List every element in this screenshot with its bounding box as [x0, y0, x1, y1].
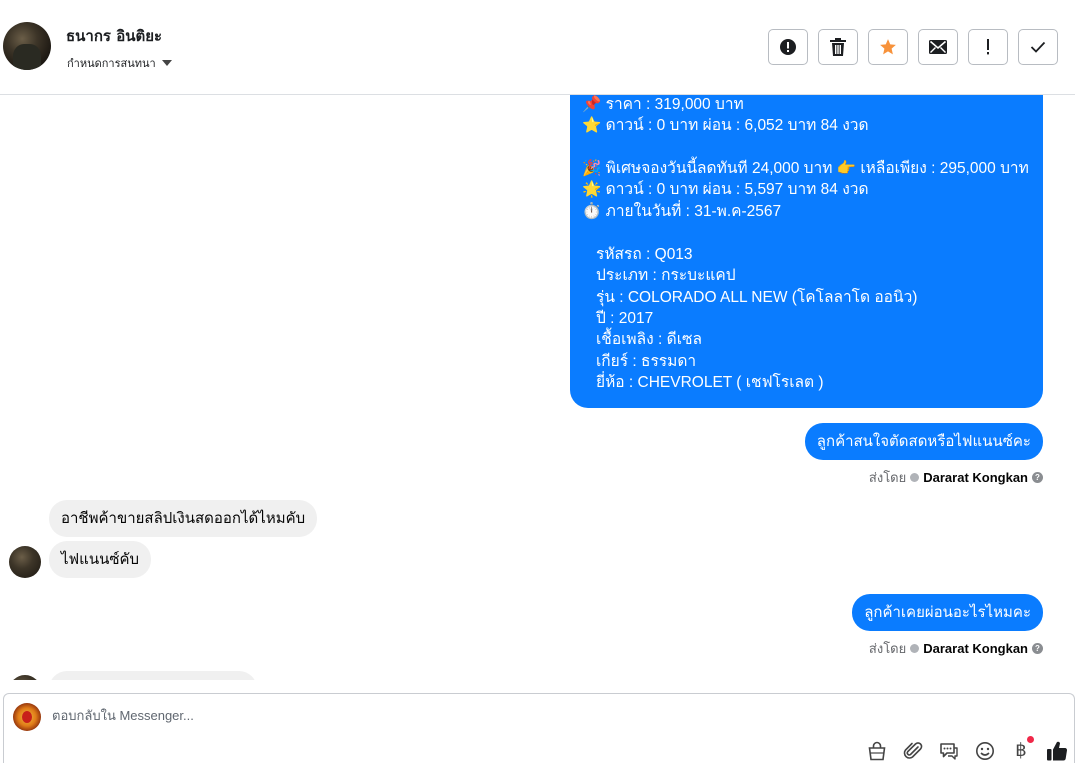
delete-button[interactable] — [818, 29, 858, 65]
incoming-message[interactable]: อาชีพค้าขายสลิปเงินสดออกได้ไหมคับ — [49, 500, 318, 537]
incoming-message-partial[interactable] — [49, 671, 257, 680]
contact-avatar[interactable] — [3, 22, 51, 70]
notification-dot — [1027, 736, 1034, 743]
help-icon[interactable]: ? — [1032, 643, 1043, 654]
reply-composer: ฿ — [3, 693, 1075, 763]
exclamation-icon — [987, 39, 989, 55]
sent-by-label: ส่งโดย — [868, 470, 907, 485]
thumbs-up-icon — [1047, 741, 1068, 761]
trash-icon — [830, 38, 846, 56]
bag-icon — [868, 741, 886, 761]
assign-conversation-dropdown[interactable]: กำหนดการสนทนา — [67, 54, 172, 72]
conversation-toolbar — [768, 29, 1058, 65]
listing-line: ⏱️ ภายในวันที่ : 31-พ.ค-2567 — [582, 203, 782, 220]
outgoing-listing-message: 📌 ราคา : 319,000 บาท ⭐ ดาวน์ : 0 บาท ผ่อ… — [570, 95, 1043, 408]
verified-icon — [910, 473, 920, 482]
baht-icon: ฿ — [1015, 740, 1027, 761]
paperclip-icon — [903, 742, 923, 759]
mark-unread-button[interactable] — [918, 29, 958, 65]
saved-replies-button[interactable] — [938, 740, 960, 762]
checkmark-icon — [1030, 41, 1046, 53]
contact-avatar-small[interactable] — [9, 546, 41, 578]
sender-name[interactable]: Dararat Kongkan — [923, 470, 1028, 485]
incoming-message[interactable]: ไฟแนนซ์คับ — [49, 541, 152, 578]
sent-by-label: ส่งโดย — [868, 641, 907, 656]
verified-icon — [910, 644, 920, 653]
listing-line: ⭐ ดาวน์ : 0 บาท ผ่อน : 6,052 บาท 84 งวด — [582, 117, 869, 134]
composer-tools: ฿ — [866, 736, 1068, 762]
attach-button[interactable] — [902, 740, 924, 762]
star-button[interactable] — [868, 29, 908, 65]
reply-input[interactable] — [52, 708, 852, 723]
contact-avatar-small[interactable] — [9, 675, 41, 680]
listing-line: ยี่ห้อ : CHEVROLET ( เชฟโรเลต ) — [596, 374, 824, 391]
caret-down-icon — [161, 60, 172, 66]
alert-circle-icon — [780, 39, 796, 55]
conversation-header: ธนากร อินติยะ กำหนดการสนทนา — [0, 0, 1075, 95]
like-button[interactable] — [1046, 740, 1068, 762]
sent-by-info: ส่งโดย Dararat Kongkan ? — [869, 467, 1043, 488]
sent-by-info: ส่งโดย Dararat Kongkan ? — [869, 638, 1043, 659]
chat-bubbles-icon — [940, 743, 958, 760]
emoji-button[interactable] — [974, 740, 996, 762]
assign-label: กำหนดการสนทนา — [67, 57, 156, 70]
star-icon — [880, 39, 896, 55]
contact-name[interactable]: ธนากร อินติยะ — [66, 24, 162, 48]
help-icon[interactable]: ? — [1032, 472, 1043, 483]
payment-button[interactable]: ฿ — [1010, 736, 1034, 762]
spam-button[interactable] — [768, 29, 808, 65]
bag-button[interactable] — [866, 740, 888, 762]
sender-name[interactable]: Dararat Kongkan — [923, 641, 1028, 656]
smiley-icon — [976, 742, 994, 760]
outgoing-message[interactable]: ลูกค้าสนใจตัดสดหรือไฟแนนซ์คะ — [804, 423, 1043, 460]
message-thread[interactable]: 📌 ราคา : 319,000 บาท ⭐ ดาวน์ : 0 บาท ผ่อ… — [0, 95, 1075, 680]
page-avatar — [13, 703, 41, 731]
outgoing-message[interactable]: ลูกค้าเคยผ่อนอะไรไหมคะ — [852, 594, 1043, 631]
mark-done-button[interactable] — [1018, 29, 1058, 65]
envelope-icon — [929, 40, 947, 54]
follow-up-button[interactable] — [968, 29, 1008, 65]
